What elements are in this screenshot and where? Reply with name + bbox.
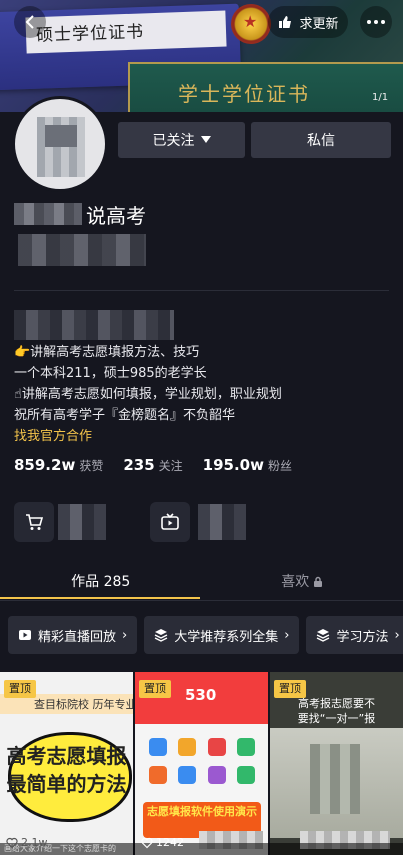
stat-following-label: 关注 — [158, 459, 183, 473]
shop-entry[interactable] — [14, 502, 54, 542]
tab-likes-label: 喜欢 — [281, 574, 310, 590]
master-certificate-label: 硕士学位证书 — [35, 22, 145, 46]
direct-message-label: 私信 — [307, 133, 335, 149]
video-thumbnail[interactable]: 置顶 530 志愿填报软件使用演示 1242 — [135, 672, 268, 855]
bio-redacted-mosaic — [14, 310, 174, 340]
user-id-redacted-mosaic — [18, 234, 146, 266]
bio-line: ☝讲解高考志愿如何填报，学业规划，职业规划 — [14, 387, 282, 402]
bio-line: 👉讲解高考志愿填报方法、技巧 — [14, 345, 200, 360]
thumbnail-title: 高考报志愿要不要找“一对一”报 — [297, 697, 376, 725]
layers-icon — [317, 629, 330, 642]
stat-likes[interactable]: 859.2w 获赞 — [14, 456, 103, 474]
direct-message-button[interactable]: 私信 — [251, 122, 391, 158]
profile-bio: 👉讲解高考志愿填报方法、技巧 一个本科211，硕士985的老学长 ☝讲解高考志愿… — [14, 342, 282, 447]
tab-likes[interactable]: 喜欢 — [202, 562, 403, 600]
thumbs-up-icon — [279, 16, 292, 28]
pinned-badge: 置顶 — [274, 680, 306, 698]
back-button[interactable] — [14, 6, 46, 38]
shopping-cart-icon — [26, 514, 44, 530]
shop-redacted-mosaic — [58, 504, 106, 540]
chevron-right-icon: › — [284, 627, 290, 643]
stat-following-value: 235 — [123, 456, 155, 474]
tv-play-icon — [161, 513, 179, 530]
profile-name: 说高考 — [14, 200, 146, 228]
divider — [0, 600, 403, 601]
chip-label: 学习方法 — [336, 629, 389, 645]
chip-label: 精彩直播回放 — [38, 629, 117, 645]
app-icon-grid — [143, 738, 261, 784]
thumbnail-caption: 高考志愿填报最简单的方法 — [6, 744, 127, 796]
bio-line: 一个本科211，硕士985的老学长 — [14, 366, 207, 381]
more-dots-icon — [367, 20, 371, 24]
stat-likes-label: 获赞 — [79, 459, 104, 473]
video-grid: 置顶 查目标院校 历年专业录 高考志愿填报最简单的方法 2.1w 置顶 530 … — [0, 672, 403, 855]
official-cooperation-link[interactable]: 找我官方合作 — [14, 426, 282, 447]
following-button[interactable]: 已关注 — [118, 122, 245, 158]
name-redacted-mosaic — [14, 203, 82, 225]
stat-followers-label: 粉丝 — [267, 459, 292, 473]
profile-stats: 859.2w 获赞 235 关注 195.0w 粉丝 — [14, 456, 292, 474]
view-count: 2.1w — [6, 836, 48, 849]
chevron-left-icon — [25, 15, 34, 29]
pinned-badge: 置顶 — [139, 680, 171, 698]
request-update-button[interactable]: 求更新 — [268, 6, 348, 38]
shop-row — [14, 500, 394, 544]
tab-works[interactable]: 作品 285 — [0, 562, 202, 600]
video-thumbnail[interactable]: 置顶 高考报志愿要不要找“一对一”报 — [270, 672, 403, 855]
face-redacted-mosaic — [310, 744, 360, 814]
profile-tabs: 作品 285 喜欢 — [0, 562, 403, 600]
tab-works-label: 作品 285 — [71, 574, 131, 590]
live-replay-icon — [19, 630, 31, 640]
lock-icon — [314, 576, 323, 587]
thumbnail-top-text: 查目标院校 历年专业录 — [34, 698, 133, 711]
profile-name-text: 说高考 — [86, 203, 146, 228]
avatar[interactable] — [12, 96, 108, 192]
chip-label: 大学推荐系列全集 — [174, 629, 279, 645]
video-thumbnail[interactable]: 置顶 查目标院校 历年专业录 高考志愿填报最简单的方法 2.1w — [0, 672, 133, 855]
chip-study-methods[interactable]: 学习方法 › — [306, 616, 403, 654]
bottom-hint-text: 画给大家介绍一下这个志愿卡的 — [0, 843, 403, 855]
stat-followers-value: 195.0w — [202, 456, 264, 474]
chip-live-replay[interactable]: 精彩直播回放 › — [8, 616, 138, 654]
active-tab-indicator — [0, 597, 200, 599]
chevron-right-icon: › — [122, 627, 128, 643]
collection-chips: 精彩直播回放 › 大学推荐系列全集 › 学习方法 › — [8, 616, 403, 654]
stat-likes-value: 859.2w — [14, 456, 76, 474]
thumbnail-number: 530 — [185, 686, 217, 704]
video-entry[interactable] — [150, 502, 190, 542]
heart-outline-icon — [6, 837, 18, 848]
stat-following[interactable]: 235 关注 — [123, 456, 182, 474]
stat-followers[interactable]: 195.0w 粉丝 — [203, 456, 292, 474]
chip-university-series[interactable]: 大学推荐系列全集 › — [144, 616, 300, 654]
layers-icon — [154, 629, 168, 642]
video-redacted-mosaic — [198, 504, 246, 540]
national-emblem-icon — [231, 4, 271, 44]
cover-page-indicator: 1/1 — [372, 92, 389, 103]
pinned-badge: 置顶 — [4, 680, 36, 698]
caret-down-icon — [200, 136, 211, 143]
chevron-right-icon: › — [394, 627, 400, 643]
more-options-button[interactable] — [360, 6, 392, 38]
bachelor-certificate-label: 学士学位证书 — [178, 82, 310, 106]
divider — [14, 290, 389, 291]
bio-line: 祝所有高考学子『金榜题名』不负韶华 — [14, 408, 236, 423]
request-update-label: 求更新 — [299, 16, 339, 32]
view-count: 1242 — [141, 836, 184, 849]
heart-outline-icon — [141, 837, 153, 848]
following-label: 已关注 — [152, 133, 195, 149]
